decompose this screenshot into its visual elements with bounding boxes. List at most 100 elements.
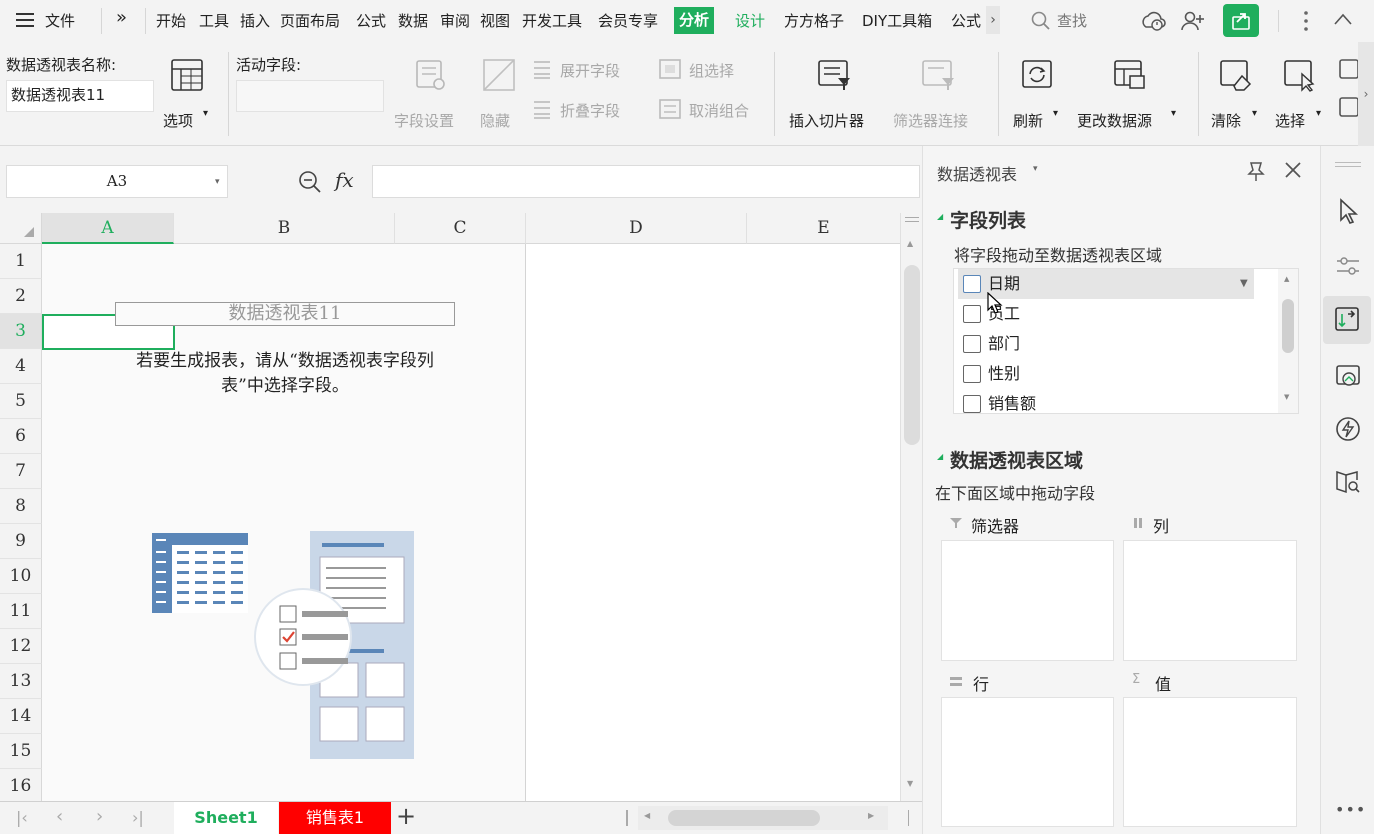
sidebar-more-icon[interactable]: •••: [1335, 800, 1366, 819]
column-header-b[interactable]: B: [174, 213, 395, 244]
tab-member[interactable]: 会员专享: [598, 10, 658, 31]
scroll-thumb[interactable]: [904, 265, 920, 445]
more-options-icon[interactable]: [1302, 10, 1310, 36]
filter-zone[interactable]: [941, 540, 1114, 661]
scroll-right-icon[interactable]: ▶: [868, 811, 874, 820]
fx-icon[interactable]: fx: [335, 168, 354, 192]
tab-view[interactable]: 视图: [480, 10, 510, 31]
field-list-scroll-thumb[interactable]: [1282, 299, 1294, 353]
more-tabs-icon[interactable]: »: [116, 7, 127, 28]
row-header[interactable]: 2: [0, 279, 42, 314]
row-header[interactable]: 9: [0, 524, 42, 559]
namebox-dropdown-icon[interactable]: ▾: [215, 177, 220, 187]
add-sheet-button[interactable]: +: [396, 802, 416, 830]
collapse-field-button[interactable]: 折叠字段: [560, 100, 620, 121]
hamburger-icon[interactable]: [16, 12, 36, 28]
lightning-icon[interactable]: [1335, 416, 1361, 446]
tab-design[interactable]: 设计: [735, 10, 765, 31]
collapse-triangle-icon[interactable]: ◢: [937, 212, 943, 221]
field-item-department[interactable]: 部门: [958, 329, 1268, 359]
select-button[interactable]: 选择 ▾: [1272, 52, 1328, 136]
tab-fangfang[interactable]: 方方格子: [784, 10, 844, 31]
h-scroll-thumb[interactable]: [668, 810, 820, 826]
file-menu[interactable]: 文件: [45, 10, 75, 31]
next-sheet-icon[interactable]: ›: [96, 806, 103, 827]
more-ribbon-icon[interactable]: [1338, 58, 1359, 122]
row-header[interactable]: 11: [0, 594, 42, 629]
row-header[interactable]: 14: [0, 699, 42, 734]
change-source-button[interactable]: 更改数据源 ▾: [1074, 52, 1184, 136]
clear-button[interactable]: 清除 ▾: [1208, 52, 1264, 136]
tab-developer[interactable]: 开发工具: [522, 10, 582, 31]
field-settings-button[interactable]: 字段设置: [392, 52, 468, 136]
tab-page-layout[interactable]: 页面布局: [280, 10, 340, 31]
search-label[interactable]: 查找: [1057, 10, 1087, 31]
field-list-scrollbar[interactable]: ▲ ▼: [1278, 269, 1298, 413]
ungroup-button[interactable]: 取消组合: [689, 100, 749, 121]
value-zone[interactable]: [1123, 697, 1297, 827]
add-user-icon[interactable]: [1180, 9, 1206, 37]
filter-connection-button[interactable]: 筛选器连接: [890, 52, 990, 136]
scroll-left-icon[interactable]: ◀: [644, 811, 650, 820]
spreadsheet-grid[interactable]: A B C D E 1 2 3 4 5 6 7 8 9 10 11 12 13 …: [0, 213, 900, 804]
panel-title[interactable]: 数据透视表: [937, 161, 1017, 185]
field-checkbox[interactable]: [963, 395, 981, 413]
first-sheet-icon[interactable]: |‹: [16, 808, 28, 827]
zoom-icon[interactable]: [297, 169, 323, 199]
row-header[interactable]: 8: [0, 489, 42, 524]
tab-tools[interactable]: 工具: [199, 10, 229, 31]
cloud-sync-icon[interactable]: [1140, 9, 1166, 37]
prev-sheet-icon[interactable]: ‹: [56, 806, 63, 827]
ribbon-scroll-right[interactable]: ›: [1358, 42, 1374, 146]
pivot-name-input[interactable]: 数据透视表11: [6, 80, 154, 112]
insert-slicer-button[interactable]: 插入切片器: [786, 52, 882, 136]
row-header[interactable]: 12: [0, 629, 42, 664]
field-list[interactable]: 日期 ▼ 员工 部门 性别 销售额 ▲ ▼: [953, 268, 1299, 414]
chart-style-icon[interactable]: [1335, 364, 1361, 394]
tab-formulas[interactable]: 公式: [356, 10, 386, 31]
pivot-panel-toggle[interactable]: [1323, 296, 1371, 344]
row-header[interactable]: 1: [0, 244, 42, 279]
column-header-e[interactable]: E: [747, 213, 900, 244]
book-search-icon[interactable]: [1335, 468, 1361, 498]
field-checkbox[interactable]: [963, 305, 981, 323]
row-header[interactable]: 6: [0, 419, 42, 454]
hide-button[interactable]: 隐藏: [474, 52, 524, 136]
collapse-ribbon-icon[interactable]: [1333, 12, 1353, 30]
row-header[interactable]: 10: [0, 559, 42, 594]
field-item-employee[interactable]: 员工: [958, 299, 1268, 329]
tab-diy-toolbox[interactable]: DIY工具箱: [862, 10, 932, 31]
name-box[interactable]: A3: [6, 165, 228, 198]
tab-data[interactable]: 数据: [398, 10, 428, 31]
tab-formulas-2[interactable]: 公式: [951, 10, 981, 31]
refresh-button[interactable]: 刷新 ▾: [1008, 52, 1066, 136]
row-header[interactable]: 13: [0, 664, 42, 699]
tabs-overflow-button[interactable]: ›: [986, 6, 1000, 34]
collapse-triangle-icon[interactable]: ◢: [937, 452, 943, 461]
row-header[interactable]: 7: [0, 454, 42, 489]
field-checkbox[interactable]: [963, 365, 981, 383]
row-header[interactable]: 4: [0, 349, 42, 384]
group-select-button[interactable]: 组选择: [689, 60, 734, 81]
search-icon[interactable]: [1030, 10, 1052, 36]
vertical-scrollbar[interactable]: ▲ ▼: [900, 213, 922, 801]
row-header[interactable]: 3: [0, 314, 42, 349]
column-zone[interactable]: [1123, 540, 1297, 661]
expand-field-button[interactable]: 展开字段: [560, 60, 620, 81]
options-button[interactable]: 选项 ▾: [160, 52, 216, 136]
row-header[interactable]: 15: [0, 734, 42, 769]
sheet-tab-sales[interactable]: 销售表1: [279, 802, 391, 834]
row-header[interactable]: 16: [0, 769, 42, 804]
pin-icon[interactable]: [1245, 160, 1267, 186]
field-checkbox[interactable]: [963, 335, 981, 353]
cursor-tool-icon[interactable]: [1337, 198, 1361, 228]
formula-input[interactable]: [372, 165, 920, 198]
horizontal-scrollbar[interactable]: ◀ ▶: [638, 806, 888, 830]
active-field-input[interactable]: [236, 80, 384, 112]
select-all-corner[interactable]: [0, 213, 42, 244]
scroll-up-icon[interactable]: ▲: [907, 239, 913, 248]
tab-insert[interactable]: 插入: [240, 10, 270, 31]
field-filter-icon[interactable]: ▼: [1240, 269, 1248, 299]
field-checkbox[interactable]: [963, 275, 981, 293]
row-header[interactable]: 5: [0, 384, 42, 419]
